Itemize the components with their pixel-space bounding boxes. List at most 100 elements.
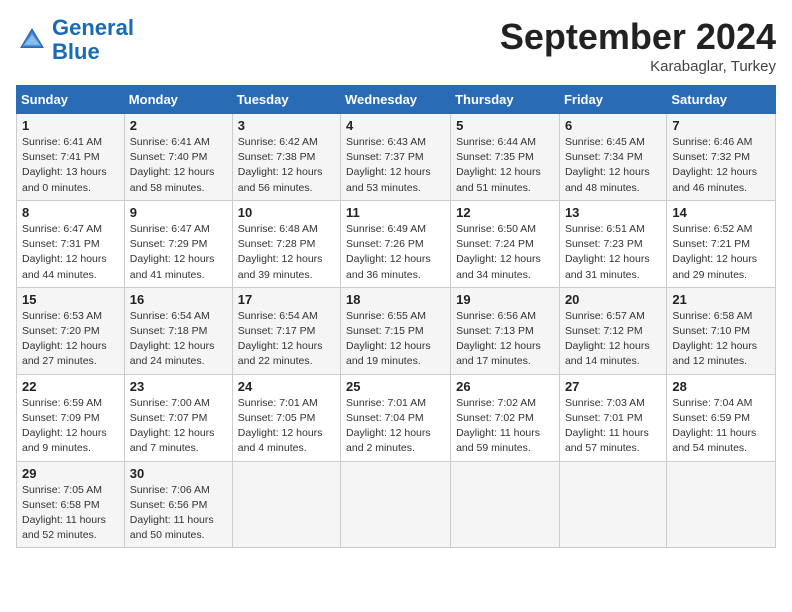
day-number: 8	[22, 205, 119, 220]
day-number: 9	[130, 205, 227, 220]
calendar-empty-cell	[341, 461, 451, 548]
day-number: 18	[346, 292, 445, 307]
day-number: 6	[565, 118, 661, 133]
day-info: Sunrise: 6:47 AMSunset: 7:31 PMDaylight:…	[22, 223, 107, 281]
calendar-day-cell: 21 Sunrise: 6:58 AMSunset: 7:10 PMDaylig…	[667, 287, 776, 374]
calendar-day-cell: 11 Sunrise: 6:49 AMSunset: 7:26 PMDaylig…	[341, 200, 451, 287]
calendar-week-row: 15 Sunrise: 6:53 AMSunset: 7:20 PMDaylig…	[17, 287, 776, 374]
day-number: 19	[456, 292, 554, 307]
day-number: 17	[238, 292, 335, 307]
title-block: September 2024 Karabaglar, Turkey	[500, 16, 776, 75]
day-number: 1	[22, 118, 119, 133]
day-info: Sunrise: 6:56 AMSunset: 7:13 PMDaylight:…	[456, 310, 541, 368]
day-number: 15	[22, 292, 119, 307]
day-info: Sunrise: 7:04 AMSunset: 6:59 PMDaylight:…	[672, 397, 756, 455]
calendar-day-cell: 19 Sunrise: 6:56 AMSunset: 7:13 PMDaylig…	[451, 287, 560, 374]
day-info: Sunrise: 7:05 AMSunset: 6:58 PMDaylight:…	[22, 484, 106, 542]
calendar-day-cell: 26 Sunrise: 7:02 AMSunset: 7:02 PMDaylig…	[451, 374, 560, 461]
day-number: 28	[672, 379, 770, 394]
calendar-day-cell: 22 Sunrise: 6:59 AMSunset: 7:09 PMDaylig…	[17, 374, 125, 461]
day-number: 7	[672, 118, 770, 133]
day-number: 27	[565, 379, 661, 394]
calendar-empty-cell	[667, 461, 776, 548]
day-number: 24	[238, 379, 335, 394]
day-info: Sunrise: 7:02 AMSunset: 7:02 PMDaylight:…	[456, 397, 540, 455]
calendar-day-cell: 2 Sunrise: 6:41 AMSunset: 7:40 PMDayligh…	[124, 114, 232, 201]
logo: General Blue	[16, 16, 134, 64]
calendar-day-cell: 15 Sunrise: 6:53 AMSunset: 7:20 PMDaylig…	[17, 287, 125, 374]
day-number: 21	[672, 292, 770, 307]
day-number: 12	[456, 205, 554, 220]
day-number: 25	[346, 379, 445, 394]
col-header-wednesday: Wednesday	[341, 86, 451, 114]
calendar-day-cell: 1 Sunrise: 6:41 AMSunset: 7:41 PMDayligh…	[17, 114, 125, 201]
logo-icon	[16, 24, 48, 56]
calendar-empty-cell	[232, 461, 340, 548]
calendar-day-cell: 16 Sunrise: 6:54 AMSunset: 7:18 PMDaylig…	[124, 287, 232, 374]
calendar-day-cell: 12 Sunrise: 6:50 AMSunset: 7:24 PMDaylig…	[451, 200, 560, 287]
calendar-day-cell: 28 Sunrise: 7:04 AMSunset: 6:59 PMDaylig…	[667, 374, 776, 461]
col-header-monday: Monday	[124, 86, 232, 114]
day-info: Sunrise: 6:45 AMSunset: 7:34 PMDaylight:…	[565, 136, 650, 194]
day-info: Sunrise: 6:44 AMSunset: 7:35 PMDaylight:…	[456, 136, 541, 194]
day-info: Sunrise: 7:00 AMSunset: 7:07 PMDaylight:…	[130, 397, 215, 455]
calendar-header-row: SundayMondayTuesdayWednesdayThursdayFrid…	[17, 86, 776, 114]
calendar-day-cell: 24 Sunrise: 7:01 AMSunset: 7:05 PMDaylig…	[232, 374, 340, 461]
calendar-day-cell: 18 Sunrise: 6:55 AMSunset: 7:15 PMDaylig…	[341, 287, 451, 374]
calendar-week-row: 22 Sunrise: 6:59 AMSunset: 7:09 PMDaylig…	[17, 374, 776, 461]
calendar-day-cell: 20 Sunrise: 6:57 AMSunset: 7:12 PMDaylig…	[559, 287, 666, 374]
day-info: Sunrise: 7:03 AMSunset: 7:01 PMDaylight:…	[565, 397, 649, 455]
day-info: Sunrise: 7:01 AMSunset: 7:04 PMDaylight:…	[346, 397, 431, 455]
calendar-day-cell: 30 Sunrise: 7:06 AMSunset: 6:56 PMDaylig…	[124, 461, 232, 548]
day-info: Sunrise: 6:50 AMSunset: 7:24 PMDaylight:…	[456, 223, 541, 281]
day-number: 5	[456, 118, 554, 133]
logo-text: General Blue	[52, 16, 134, 64]
day-info: Sunrise: 6:54 AMSunset: 7:18 PMDaylight:…	[130, 310, 215, 368]
calendar-day-cell: 27 Sunrise: 7:03 AMSunset: 7:01 PMDaylig…	[559, 374, 666, 461]
day-number: 11	[346, 205, 445, 220]
col-header-tuesday: Tuesday	[232, 86, 340, 114]
calendar-day-cell: 29 Sunrise: 7:05 AMSunset: 6:58 PMDaylig…	[17, 461, 125, 548]
calendar-week-row: 1 Sunrise: 6:41 AMSunset: 7:41 PMDayligh…	[17, 114, 776, 201]
calendar-day-cell: 17 Sunrise: 6:54 AMSunset: 7:17 PMDaylig…	[232, 287, 340, 374]
day-number: 14	[672, 205, 770, 220]
day-info: Sunrise: 7:01 AMSunset: 7:05 PMDaylight:…	[238, 397, 323, 455]
day-info: Sunrise: 6:41 AMSunset: 7:41 PMDaylight:…	[22, 136, 107, 194]
day-number: 23	[130, 379, 227, 394]
day-number: 22	[22, 379, 119, 394]
day-info: Sunrise: 6:58 AMSunset: 7:10 PMDaylight:…	[672, 310, 757, 368]
day-number: 30	[130, 466, 227, 481]
logo-line1: General	[52, 15, 134, 40]
calendar-day-cell: 4 Sunrise: 6:43 AMSunset: 7:37 PMDayligh…	[341, 114, 451, 201]
day-number: 20	[565, 292, 661, 307]
day-number: 10	[238, 205, 335, 220]
calendar-day-cell: 10 Sunrise: 6:48 AMSunset: 7:28 PMDaylig…	[232, 200, 340, 287]
day-info: Sunrise: 6:46 AMSunset: 7:32 PMDaylight:…	[672, 136, 757, 194]
calendar-day-cell: 9 Sunrise: 6:47 AMSunset: 7:29 PMDayligh…	[124, 200, 232, 287]
day-info: Sunrise: 6:42 AMSunset: 7:38 PMDaylight:…	[238, 136, 323, 194]
day-info: Sunrise: 6:49 AMSunset: 7:26 PMDaylight:…	[346, 223, 431, 281]
day-info: Sunrise: 6:57 AMSunset: 7:12 PMDaylight:…	[565, 310, 650, 368]
day-number: 2	[130, 118, 227, 133]
day-number: 13	[565, 205, 661, 220]
day-number: 29	[22, 466, 119, 481]
day-info: Sunrise: 6:43 AMSunset: 7:37 PMDaylight:…	[346, 136, 431, 194]
calendar-empty-cell	[559, 461, 666, 548]
calendar-empty-cell	[451, 461, 560, 548]
day-info: Sunrise: 6:47 AMSunset: 7:29 PMDaylight:…	[130, 223, 215, 281]
day-info: Sunrise: 6:59 AMSunset: 7:09 PMDaylight:…	[22, 397, 107, 455]
calendar-day-cell: 6 Sunrise: 6:45 AMSunset: 7:34 PMDayligh…	[559, 114, 666, 201]
calendar-day-cell: 7 Sunrise: 6:46 AMSunset: 7:32 PMDayligh…	[667, 114, 776, 201]
day-number: 26	[456, 379, 554, 394]
col-header-saturday: Saturday	[667, 86, 776, 114]
calendar-day-cell: 25 Sunrise: 7:01 AMSunset: 7:04 PMDaylig…	[341, 374, 451, 461]
day-info: Sunrise: 7:06 AMSunset: 6:56 PMDaylight:…	[130, 484, 214, 542]
calendar-day-cell: 3 Sunrise: 6:42 AMSunset: 7:38 PMDayligh…	[232, 114, 340, 201]
day-info: Sunrise: 6:53 AMSunset: 7:20 PMDaylight:…	[22, 310, 107, 368]
header: General Blue September 2024 Karabaglar, …	[16, 16, 776, 75]
day-number: 4	[346, 118, 445, 133]
calendar-week-row: 29 Sunrise: 7:05 AMSunset: 6:58 PMDaylig…	[17, 461, 776, 548]
calendar-week-row: 8 Sunrise: 6:47 AMSunset: 7:31 PMDayligh…	[17, 200, 776, 287]
calendar-body: 1 Sunrise: 6:41 AMSunset: 7:41 PMDayligh…	[17, 114, 776, 548]
month-title: September 2024	[500, 16, 776, 58]
